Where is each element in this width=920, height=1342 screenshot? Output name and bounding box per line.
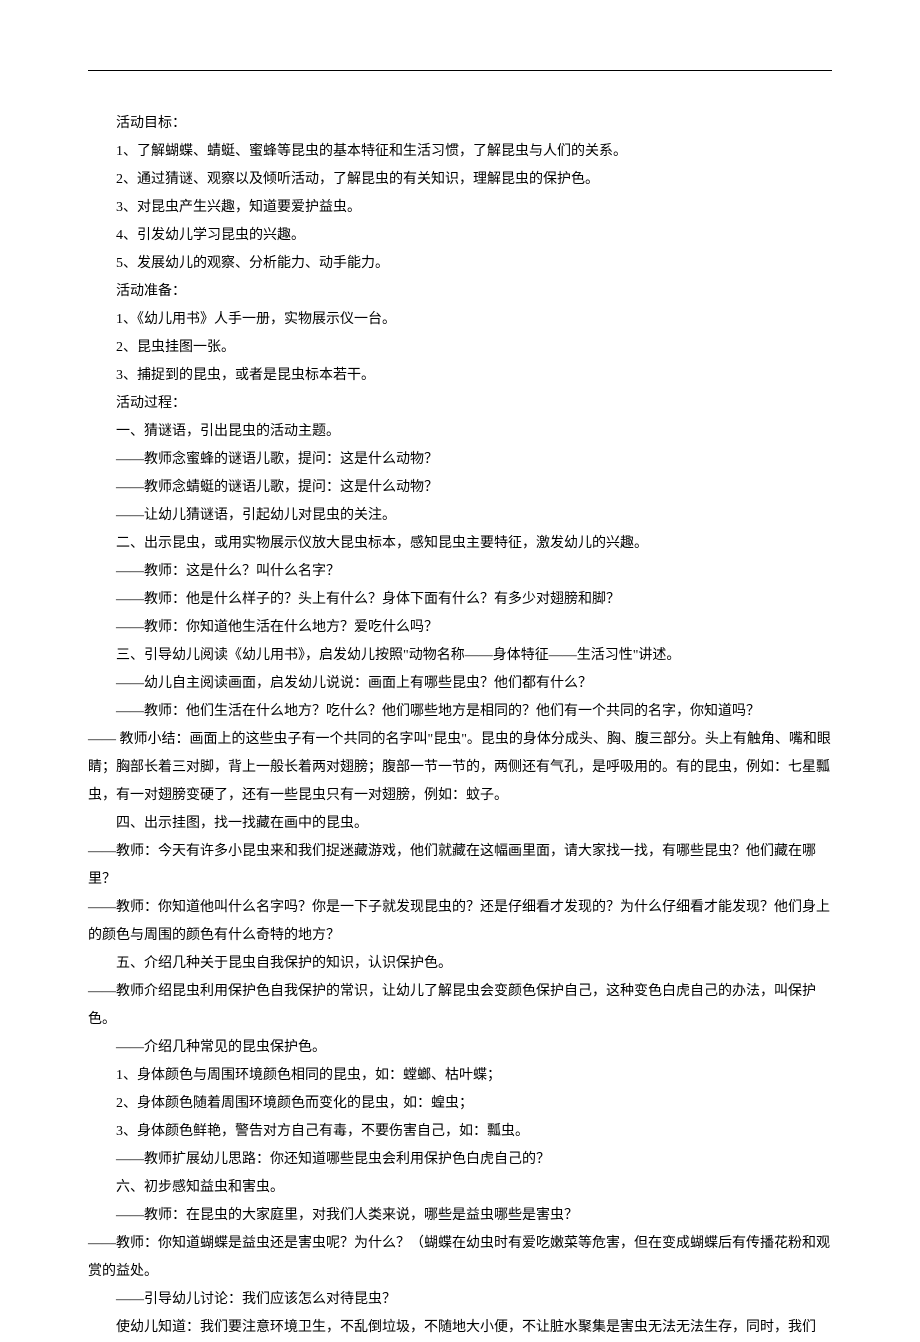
paragraph: ——教师念蜻蜓的谜语儿歌，提问：这是什么动物？ bbox=[88, 474, 832, 502]
paragraph: ——教师：你知道他生活在什么地方？爱吃什么吗？ bbox=[88, 614, 832, 642]
paragraph: 三、引导幼儿阅读《幼儿用书》，启发幼儿按照"动物名称——身体特征——生活习性"讲… bbox=[88, 642, 832, 670]
paragraph: ——幼儿自主阅读画面，启发幼儿说说：画面上有哪些昆虫？他们都有什么？ bbox=[88, 670, 832, 698]
horizontal-rule bbox=[88, 70, 832, 71]
document-body: 活动目标： 1、了解蝴蝶、蜻蜓、蜜蜂等昆虫的基本特征和生活习惯，了解昆虫与人们的… bbox=[88, 110, 832, 1342]
paragraph: 使幼儿知道：我们要注意环境卫生，不乱倒垃圾，不随地大小便，不让脏水聚集是害虫无法… bbox=[88, 1314, 832, 1342]
paragraph: 5、发展幼儿的观察、分析能力、动手能力。 bbox=[88, 250, 832, 278]
paragraph: 2、昆虫挂图一张。 bbox=[88, 334, 832, 362]
paragraph: ——教师：他们生活在什么地方？吃什么？他们哪些地方是相同的？他们有一个共同的名字… bbox=[88, 698, 832, 726]
paragraph: 活动过程： bbox=[88, 390, 832, 418]
paragraph: 活动目标： bbox=[88, 110, 832, 138]
paragraph: —— 教师小结：画面上的这些虫子有一个共同的名字叫"昆虫"。昆虫的身体分成头、胸… bbox=[88, 726, 832, 810]
paragraph: ——让幼儿猜谜语，引起幼儿对昆虫的关注。 bbox=[88, 502, 832, 530]
paragraph: ——教师念蜜蜂的谜语儿歌，提问：这是什么动物？ bbox=[88, 446, 832, 474]
paragraph: 2、通过猜谜、观察以及倾听活动，了解昆虫的有关知识，理解昆虫的保护色。 bbox=[88, 166, 832, 194]
paragraph: ——教师：你知道他叫什么名字吗？你是一下子就发现昆虫的？还是仔细看才发现的？为什… bbox=[88, 894, 832, 950]
paragraph: ——教师：你知道蝴蝶是益虫还是害虫呢？为什么？（蝴蝶在幼虫时有爱吃嫩菜等危害，但… bbox=[88, 1230, 832, 1286]
paragraph: 六、初步感知益虫和害虫。 bbox=[88, 1174, 832, 1202]
paragraph: 1、了解蝴蝶、蜻蜓、蜜蜂等昆虫的基本特征和生活习惯，了解昆虫与人们的关系。 bbox=[88, 138, 832, 166]
paragraph: 2、身体颜色随着周围环境颜色而变化的昆虫，如：蝗虫； bbox=[88, 1090, 832, 1118]
paragraph: 1、《幼儿用书》人手一册，实物展示仪一台。 bbox=[88, 306, 832, 334]
paragraph: ——引导幼儿讨论：我们应该怎么对待昆虫？ bbox=[88, 1286, 832, 1314]
paragraph: ——教师：在昆虫的大家庭里，对我们人类来说，哪些是益虫哪些是害虫？ bbox=[88, 1202, 832, 1230]
paragraph: 1、身体颜色与周围环境颜色相同的昆虫，如：螳螂、枯叶蝶； bbox=[88, 1062, 832, 1090]
paragraph: 4、引发幼儿学习昆虫的兴趣。 bbox=[88, 222, 832, 250]
paragraph: 活动准备： bbox=[88, 278, 832, 306]
paragraph: ——教师：今天有许多小昆虫来和我们捉迷藏游戏，他们就藏在这幅画里面，请大家找一找… bbox=[88, 838, 832, 894]
paragraph: ——介绍几种常见的昆虫保护色。 bbox=[88, 1034, 832, 1062]
paragraph: 一、猜谜语，引出昆虫的活动主题。 bbox=[88, 418, 832, 446]
paragraph: ——教师扩展幼儿思路：你还知道哪些昆虫会利用保护色白虎自己的？ bbox=[88, 1146, 832, 1174]
paragraph: 五、介绍几种关于昆虫自我保护的知识，认识保护色。 bbox=[88, 950, 832, 978]
paragraph: 3、对昆虫产生兴趣，知道要爱护益虫。 bbox=[88, 194, 832, 222]
paragraph: 3、身体颜色鲜艳，警告对方自己有毒，不要伤害自己，如：瓢虫。 bbox=[88, 1118, 832, 1146]
paragraph: 二、出示昆虫，或用实物展示仪放大昆虫标本，感知昆虫主要特征，激发幼儿的兴趣。 bbox=[88, 530, 832, 558]
paragraph: ——教师：他是什么样子的？头上有什么？身体下面有什么？有多少对翅膀和脚？ bbox=[88, 586, 832, 614]
paragraph: 3、捕捉到的昆虫，或者是昆虫标本若干。 bbox=[88, 362, 832, 390]
paragraph: ——教师介绍昆虫利用保护色自我保护的常识，让幼儿了解昆虫会变颜色保护自己，这种变… bbox=[88, 978, 832, 1034]
paragraph: ——教师：这是什么？叫什么名字？ bbox=[88, 558, 832, 586]
paragraph: 四、出示挂图，找一找藏在画中的昆虫。 bbox=[88, 810, 832, 838]
